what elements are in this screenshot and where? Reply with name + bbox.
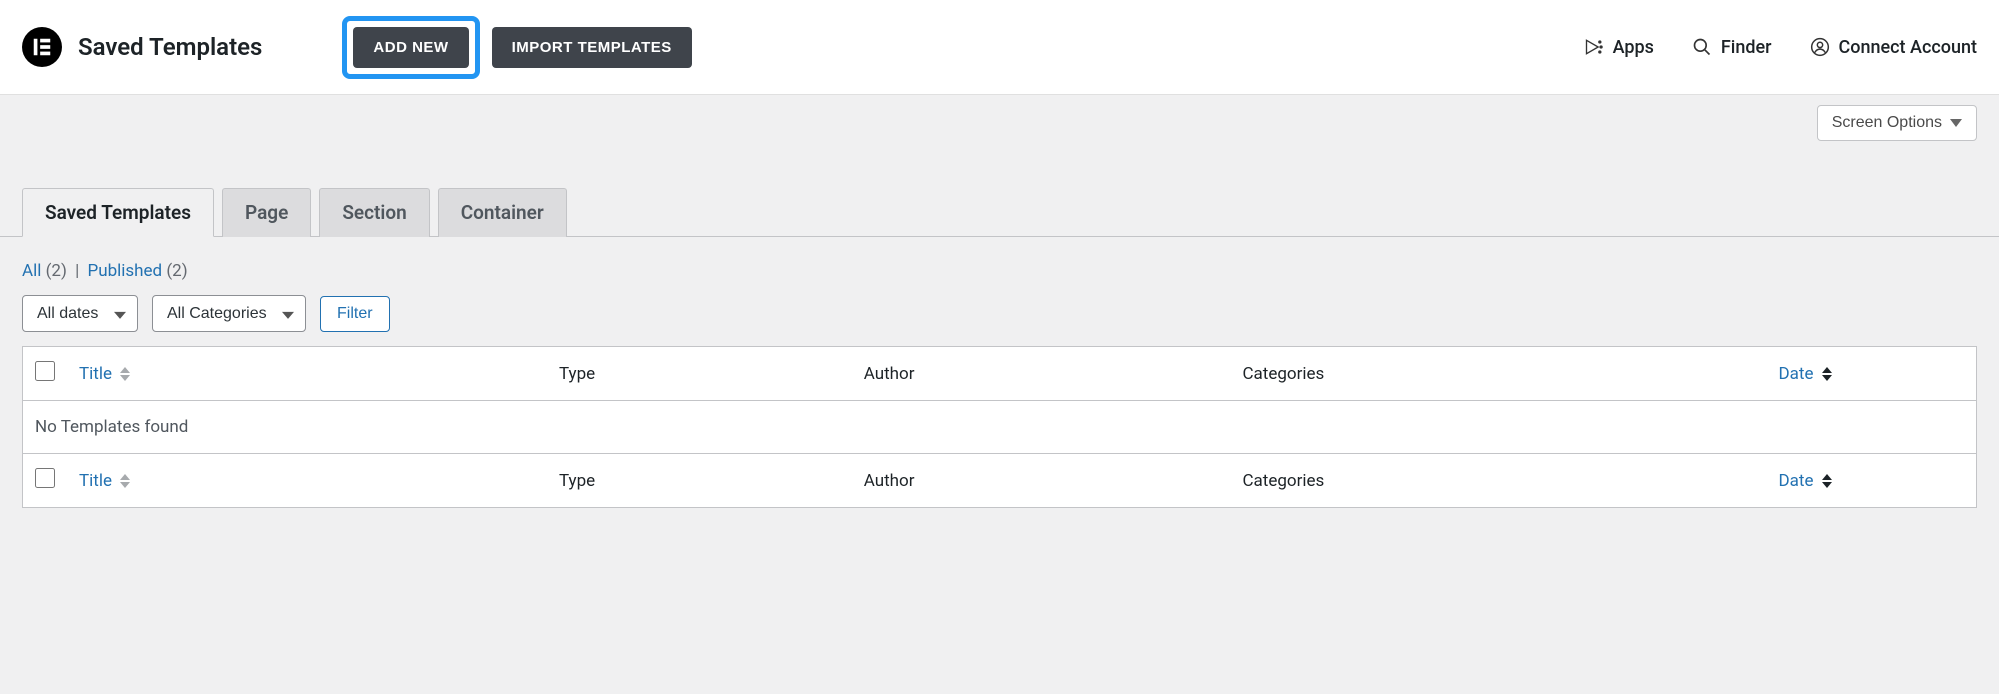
filter-published-count: (2) — [166, 261, 187, 281]
apps-label: Apps — [1613, 37, 1654, 58]
table-footer-row: Title Type Author Categories Date — [23, 454, 1977, 508]
sort-indicator-icon — [1822, 474, 1832, 488]
filter-button[interactable]: Filter — [320, 296, 390, 332]
apps-link[interactable]: Apps — [1584, 37, 1654, 58]
col-title-header[interactable]: Title — [67, 347, 547, 401]
finder-label: Finder — [1721, 37, 1772, 58]
header-buttons: ADD NEW IMPORT TEMPLATES — [342, 16, 691, 79]
filter-row: All dates All Categories Filter — [0, 295, 1999, 346]
filter-all-count: (2) — [46, 261, 67, 281]
table-header-row: Title Type Author Categories Date — [23, 347, 1977, 401]
filter-separator: | — [75, 261, 79, 281]
tab-container[interactable]: Container — [438, 188, 567, 237]
col-author-footer: Author — [852, 454, 1231, 508]
elementor-logo-icon — [22, 27, 62, 67]
tab-page[interactable]: Page — [222, 188, 311, 237]
sort-title-link-footer[interactable]: Title — [79, 471, 112, 491]
dates-select[interactable]: All dates — [22, 295, 138, 332]
search-icon — [1692, 37, 1712, 57]
screen-options-row: Screen Options — [0, 95, 1999, 141]
status-filter-links: All (2) | Published (2) — [0, 237, 1999, 295]
col-categories-footer: Categories — [1230, 454, 1766, 508]
connect-label: Connect Account — [1839, 37, 1977, 58]
topbar-right: Apps Finder Connect Account — [1584, 37, 1977, 58]
apps-icon — [1584, 37, 1604, 57]
col-date-header[interactable]: Date — [1767, 347, 1977, 401]
caret-down-icon — [1950, 119, 1962, 127]
brand: Saved Templates — [22, 27, 262, 67]
col-checkbox-footer — [23, 454, 68, 508]
table-wrap: Title Type Author Categories Date No — [0, 346, 1999, 508]
col-title-footer[interactable]: Title — [67, 454, 547, 508]
templates-table: Title Type Author Categories Date No — [22, 346, 1977, 508]
col-type-header: Type — [547, 347, 852, 401]
col-categories-header: Categories — [1230, 347, 1766, 401]
empty-row: No Templates found — [23, 401, 1977, 454]
top-bar: Saved Templates ADD NEW IMPORT TEMPLATES… — [0, 0, 1999, 95]
col-date-footer[interactable]: Date — [1767, 454, 1977, 508]
select-all-checkbox-top[interactable] — [35, 361, 55, 381]
add-new-button[interactable]: ADD NEW — [353, 27, 468, 68]
sort-title-link[interactable]: Title — [79, 364, 112, 384]
sort-indicator-icon — [120, 474, 130, 488]
tab-section[interactable]: Section — [319, 188, 429, 237]
user-circle-icon — [1810, 37, 1830, 57]
col-type-footer: Type — [547, 454, 852, 508]
connect-account-link[interactable]: Connect Account — [1810, 37, 1977, 58]
tab-saved-templates[interactable]: Saved Templates — [22, 188, 214, 237]
empty-message: No Templates found — [23, 401, 1977, 454]
screen-options-button[interactable]: Screen Options — [1817, 105, 1977, 141]
import-templates-button[interactable]: IMPORT TEMPLATES — [492, 27, 692, 68]
sort-indicator-icon — [1822, 367, 1832, 381]
screen-options-label: Screen Options — [1832, 114, 1942, 132]
select-all-checkbox-bottom[interactable] — [35, 468, 55, 488]
add-new-highlight: ADD NEW — [342, 16, 479, 79]
sort-date-link-footer[interactable]: Date — [1779, 471, 1814, 491]
col-checkbox-header — [23, 347, 68, 401]
tabs-row: Saved Templates Page Section Container — [0, 187, 1999, 237]
sort-indicator-icon — [120, 367, 130, 381]
filter-published-link[interactable]: Published — [87, 261, 162, 281]
finder-link[interactable]: Finder — [1692, 37, 1772, 58]
page-title: Saved Templates — [78, 33, 262, 61]
filter-all-link[interactable]: All — [22, 261, 41, 281]
sort-date-link[interactable]: Date — [1779, 364, 1814, 384]
col-author-header: Author — [852, 347, 1231, 401]
categories-select[interactable]: All Categories — [152, 295, 306, 332]
